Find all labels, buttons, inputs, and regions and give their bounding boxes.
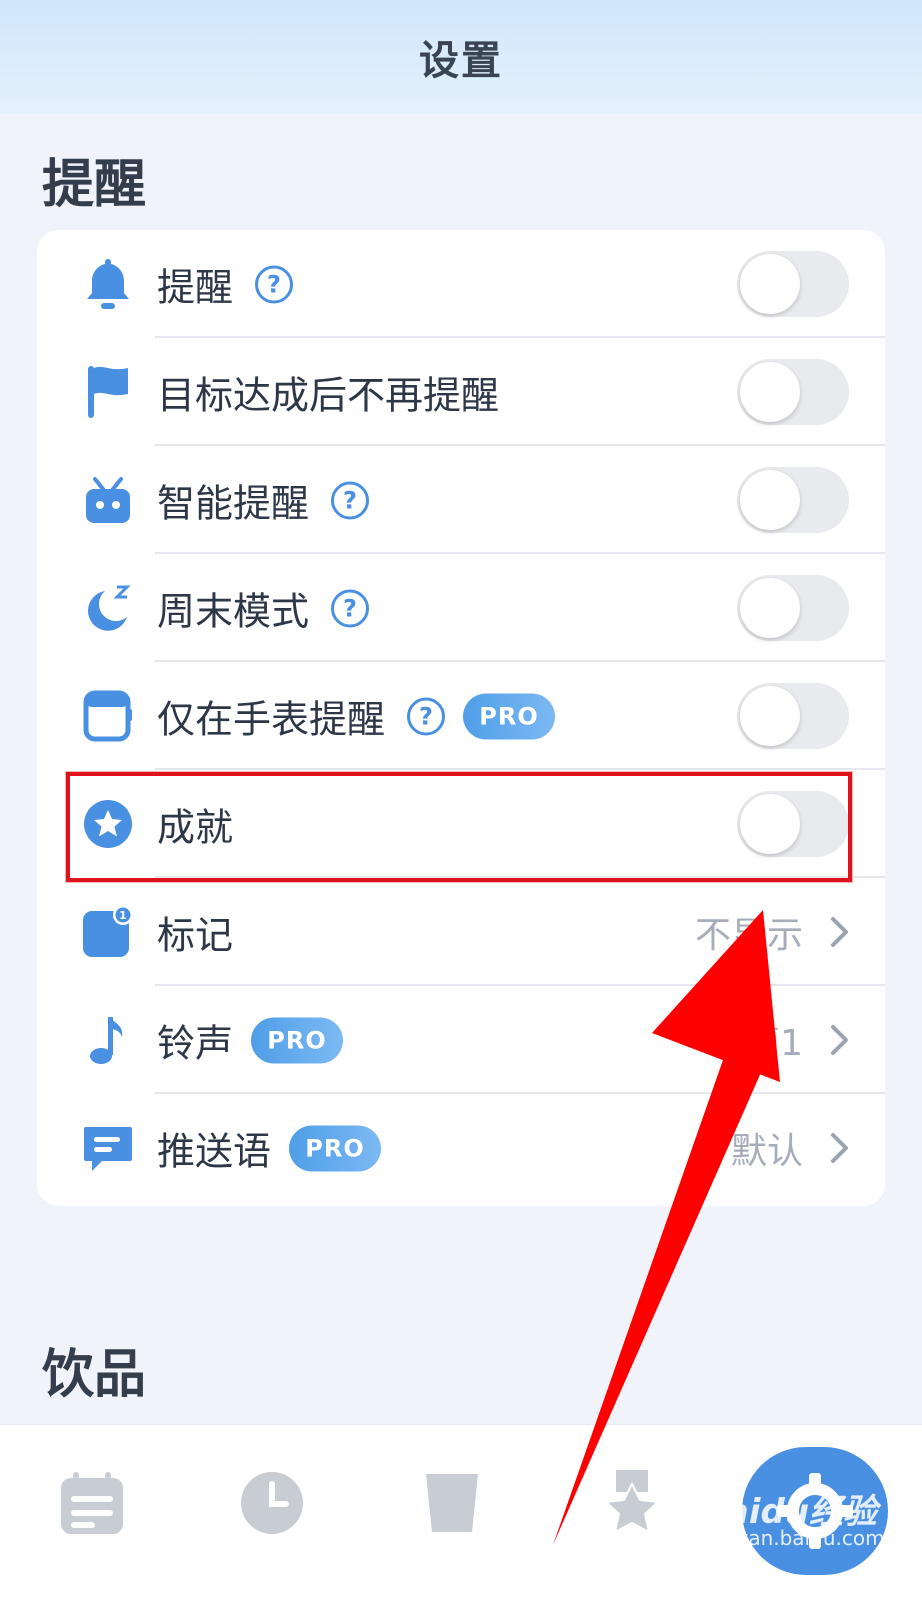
- message-icon: [81, 1121, 135, 1175]
- page-title: 设置: [419, 38, 503, 84]
- moon-sleep-icon: [81, 581, 135, 635]
- row-label-wrap: 智能提醒 ?: [157, 473, 370, 528]
- tab-achievements[interactable]: [592, 1463, 672, 1543]
- row-label-wrap: 周末模式 ?: [157, 581, 370, 636]
- weekend-mode-toggle[interactable]: [737, 575, 849, 641]
- clock-icon: [241, 1472, 303, 1534]
- help-icon[interactable]: ?: [255, 265, 294, 303]
- help-icon[interactable]: ?: [407, 697, 446, 735]
- chevron-right-icon: [831, 1025, 848, 1055]
- row-label-wrap: 提醒 ?: [157, 257, 294, 312]
- row-label: 仅在手表提醒: [157, 697, 386, 742]
- toggle-knob: [740, 578, 800, 638]
- badge-count: 1: [119, 909, 127, 922]
- badge-note-icon: 1: [81, 905, 135, 959]
- top-bar: 设置: [0, 0, 922, 114]
- row-label: 提醒: [157, 265, 234, 310]
- row-goal-stop-reminder[interactable]: 目标达成后不再提醒: [37, 338, 885, 446]
- pro-badge: PRO: [289, 1125, 382, 1171]
- row-label-wrap: 标记: [157, 905, 233, 960]
- row-watch-only[interactable]: 仅在手表提醒 ? PRO: [37, 662, 885, 770]
- flag-icon: [81, 365, 135, 419]
- row-smart-reminder[interactable]: 智能提醒 ?: [37, 446, 885, 554]
- goal-stop-toggle[interactable]: [737, 359, 849, 425]
- row-push-message[interactable]: 推送语 PRO 默认: [37, 1094, 885, 1202]
- row-label-wrap: 目标达成后不再提醒: [157, 365, 499, 420]
- row-label: 铃声: [157, 1021, 234, 1066]
- help-icon[interactable]: ?: [331, 481, 370, 519]
- watch-icon: [81, 689, 135, 743]
- reminder-section-title: 提醒: [42, 155, 147, 215]
- row-label: 标记: [157, 913, 234, 958]
- toggle-knob: [740, 470, 800, 530]
- row-value: 水滴1: [708, 1023, 803, 1064]
- chevron-right-icon: [831, 1133, 848, 1163]
- toggle-knob: [740, 686, 800, 746]
- star-icon: [603, 1470, 661, 1534]
- drinks-section-title: 饮品: [42, 1345, 147, 1405]
- notes-icon: [61, 1472, 123, 1534]
- reminder-toggle[interactable]: [737, 251, 849, 317]
- pro-badge: PRO: [463, 693, 556, 739]
- row-label: 目标达成后不再提醒: [157, 373, 500, 418]
- toggle-knob: [740, 254, 800, 314]
- toggle-knob: [740, 362, 800, 422]
- row-label: 周末模式: [157, 589, 310, 634]
- robot-icon: [81, 473, 135, 527]
- achievements-highlight-box: [66, 772, 852, 882]
- row-badge-mark[interactable]: 1 标记 不显示: [37, 878, 885, 986]
- row-label-wrap: 仅在手表提醒 ? PRO: [157, 689, 556, 744]
- row-value: 默认: [730, 1131, 803, 1172]
- smart-reminder-toggle[interactable]: [737, 467, 849, 533]
- row-value: 不显示: [694, 915, 803, 956]
- tab-history[interactable]: [232, 1463, 312, 1543]
- help-icon[interactable]: ?: [331, 589, 370, 627]
- reminder-settings-card: 提醒 ? 目标达成后不再提醒 智能提醒 ? 周末模式 ? 仅在手表提醒 ? PR…: [37, 230, 885, 1206]
- row-ringtone[interactable]: 铃声 PRO 水滴1: [37, 986, 885, 1094]
- pro-badge: PRO: [251, 1017, 344, 1063]
- row-reminder[interactable]: 提醒 ?: [37, 230, 885, 338]
- row-label: 推送语: [157, 1129, 272, 1174]
- row-label: 智能提醒: [157, 481, 310, 526]
- row-label-wrap: 推送语 PRO: [157, 1121, 382, 1176]
- watch-only-toggle[interactable]: [737, 683, 849, 749]
- watermark-url: jingyan.baidu.com: [700, 1526, 885, 1550]
- tab-records[interactable]: [52, 1463, 132, 1543]
- chevron-right-icon: [831, 917, 848, 947]
- music-note-icon: [81, 1013, 135, 1067]
- cup-icon: [426, 1474, 478, 1532]
- tab-cup[interactable]: [412, 1463, 492, 1543]
- row-weekend-mode[interactable]: 周末模式 ?: [37, 554, 885, 662]
- bell-icon: [81, 257, 135, 311]
- row-label-wrap: 铃声 PRO: [157, 1013, 344, 1068]
